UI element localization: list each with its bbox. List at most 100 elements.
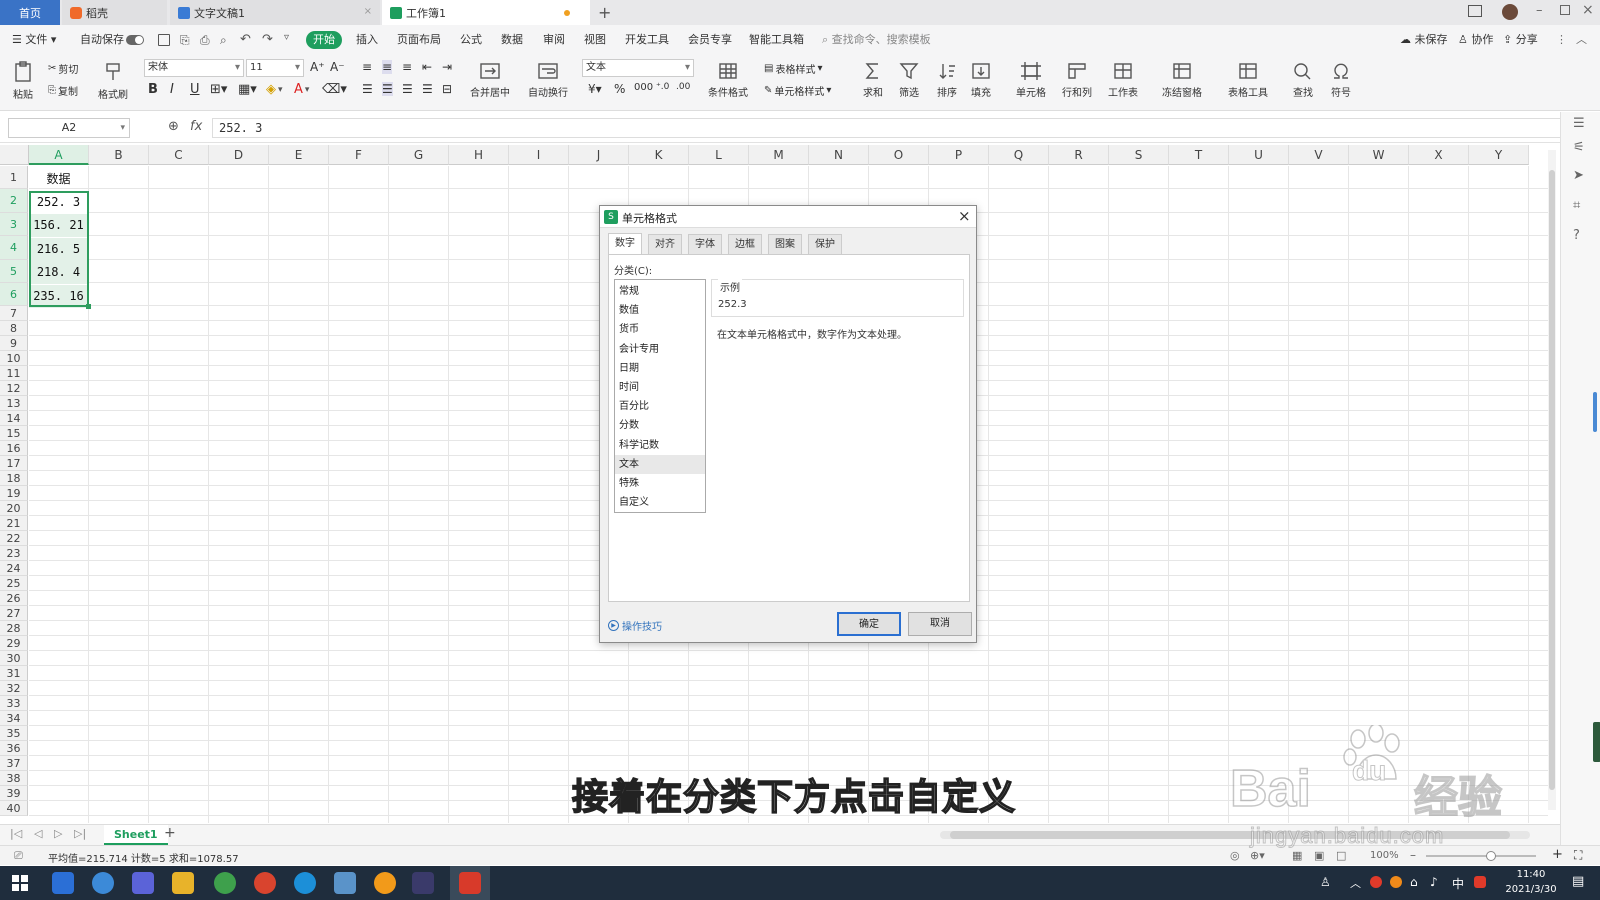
function-icon[interactable]: fx [190, 119, 202, 134]
dialog-tab-2[interactable]: 字体 [688, 234, 722, 254]
symbol-button[interactable]: 符号 [1330, 61, 1352, 99]
column-header-r[interactable]: R [1049, 145, 1109, 165]
font-color-icon[interactable]: A ▾ [294, 82, 309, 97]
preview-icon[interactable]: ⌕ [220, 33, 227, 48]
sidebar-toggle-icon[interactable]: ☰ [1573, 116, 1585, 131]
select-all-corner[interactable] [0, 145, 29, 165]
windows-start-icon[interactable] [12, 875, 28, 891]
avatar[interactable] [1502, 4, 1518, 20]
row-header-6[interactable]: 6 [0, 283, 28, 307]
side-widget[interactable] [1593, 722, 1600, 762]
zoom-level[interactable]: 100% [1370, 850, 1399, 861]
category-item-0[interactable]: 常规 [615, 282, 705, 301]
table-style-button[interactable]: ▤ 表格样式 ▾ [764, 61, 822, 76]
underline-icon[interactable]: U [190, 82, 200, 97]
input-method-indicator[interactable]: 中 [1452, 875, 1464, 892]
tray-app-icon-1[interactable] [1370, 876, 1382, 888]
clock-date[interactable]: 2021/3/30 [1500, 884, 1562, 895]
indent-decrease-icon[interactable]: ⇤ [422, 60, 432, 74]
menu-autosave[interactable]: 自动保存 [80, 25, 124, 55]
row-header-35[interactable]: 35 [0, 726, 28, 742]
sheet-tab-sheet1[interactable]: Sheet1 [104, 825, 168, 845]
italic-icon[interactable]: I [170, 82, 174, 97]
row-header-11[interactable]: 11 [0, 366, 28, 382]
font-size-select[interactable]: 11 ▾ [246, 59, 304, 77]
number-format-select[interactable]: 文本 ▾ [582, 59, 694, 77]
fullscreen-icon[interactable]: ⛶ [1574, 848, 1582, 863]
row-header-15[interactable]: 15 [0, 426, 28, 442]
new-tab-icon[interactable]: + [598, 3, 611, 22]
worksheet-button[interactable]: 工作表 [1108, 61, 1138, 99]
collapse-ribbon-icon[interactable]: ︿ [1576, 25, 1587, 55]
menu-page-layout[interactable]: 页面布局 [397, 25, 441, 55]
align-left-icon[interactable]: ☰ [362, 82, 373, 96]
column-header-k[interactable]: K [629, 145, 689, 165]
crop-icon[interactable]: ⌗ [1573, 198, 1580, 213]
cell-style-button[interactable]: ✎ 单元格样式 ▾ [764, 83, 831, 98]
row-header-29[interactable]: 29 [0, 636, 28, 652]
table-tools-button[interactable]: 表格工具 [1228, 61, 1268, 99]
category-item-10[interactable]: 特殊 [615, 474, 705, 493]
menu-formula[interactable]: 公式 [460, 25, 482, 55]
category-item-4[interactable]: 日期 [615, 359, 705, 378]
last-sheet-icon[interactable]: ▷| [74, 827, 86, 840]
merge-center-button[interactable]: 合并居中 [470, 61, 510, 99]
row-header-19[interactable]: 19 [0, 486, 28, 502]
app-icon-2[interactable] [92, 872, 114, 894]
row-header-31[interactable]: 31 [0, 666, 28, 682]
tray-expand-icon[interactable]: ︿ [1350, 875, 1361, 891]
row-header-38[interactable]: 38 [0, 771, 28, 787]
column-header-d[interactable]: D [209, 145, 269, 165]
row-header-34[interactable]: 34 [0, 711, 28, 727]
row-header-32[interactable]: 32 [0, 681, 28, 697]
wps-taskbar-item[interactable] [450, 866, 490, 900]
tray-app-icon-3[interactable] [1474, 876, 1486, 888]
row-header-26[interactable]: 26 [0, 591, 28, 607]
column-header-n[interactable]: N [809, 145, 869, 165]
column-header-t[interactable]: T [1169, 145, 1229, 165]
format-painter-button[interactable]: 格式刷 [98, 61, 128, 101]
menu-smart-tools[interactable]: 智能工具箱 [749, 25, 804, 55]
row-header-8[interactable]: 8 [0, 321, 28, 337]
row-header-40[interactable]: 40 [0, 801, 28, 817]
menu-member[interactable]: 会员专享 [688, 25, 732, 55]
export-icon[interactable]: ⎘ [180, 33, 190, 48]
dialog-tab-0[interactable]: 数字 [608, 233, 642, 255]
normal-view-icon[interactable]: ▦ [1292, 849, 1302, 862]
eraser-icon[interactable]: ⌫▾ [322, 82, 347, 97]
minimize-icon[interactable]: – [1536, 3, 1543, 18]
command-search[interactable]: ⌕ 查找命令、搜索模板 [822, 25, 931, 55]
column-header-m[interactable]: M [749, 145, 809, 165]
collaborate-button[interactable]: ♙ 协作 [1458, 25, 1493, 55]
find-button[interactable]: 查找 [1292, 61, 1314, 99]
tab-docer[interactable]: 稻壳 [62, 0, 167, 25]
zoom-in-icon[interactable]: + [1552, 847, 1563, 862]
row-header-20[interactable]: 20 [0, 501, 28, 517]
align-right-icon[interactable]: ☰ [402, 82, 413, 96]
menu-insert[interactable]: 插入 [356, 25, 378, 55]
notification-icon[interactable]: ▤ [1572, 874, 1584, 889]
grow-font-icon[interactable]: A⁺ [310, 60, 325, 74]
sort-button[interactable]: 排序 [936, 61, 958, 99]
filter-button[interactable]: 筛选 [898, 61, 920, 99]
tab-workbook[interactable]: 工作簿1 [382, 0, 590, 25]
dialog-close-icon[interactable]: × [958, 207, 971, 225]
row-header-30[interactable]: 30 [0, 651, 28, 667]
fill-color-icon[interactable]: ◈ ▾ [266, 82, 283, 97]
row-header-3[interactable]: 3 [0, 212, 28, 237]
column-header-f[interactable]: F [329, 145, 389, 165]
freeze-panes-button[interactable]: 冻结窗格 [1162, 61, 1202, 99]
view-mode-icon[interactable]: ⊕▾ [1250, 849, 1265, 862]
more-icon[interactable]: ⋮ [1556, 25, 1567, 55]
tips-link[interactable]: ▶ 操作技巧 [608, 618, 662, 633]
pointer-icon[interactable]: ➤ [1573, 168, 1584, 183]
fill-handle[interactable] [86, 304, 91, 309]
row-header-24[interactable]: 24 [0, 561, 28, 577]
tab-home[interactable]: 首页 [0, 0, 60, 25]
currency-icon[interactable]: ¥▾ [588, 82, 602, 96]
save-icon[interactable] [158, 34, 170, 46]
file-explorer-icon[interactable] [172, 872, 194, 894]
category-item-5[interactable]: 时间 [615, 378, 705, 397]
row-header-1[interactable]: 1 [0, 166, 28, 190]
browser-icon-1[interactable] [214, 872, 236, 894]
